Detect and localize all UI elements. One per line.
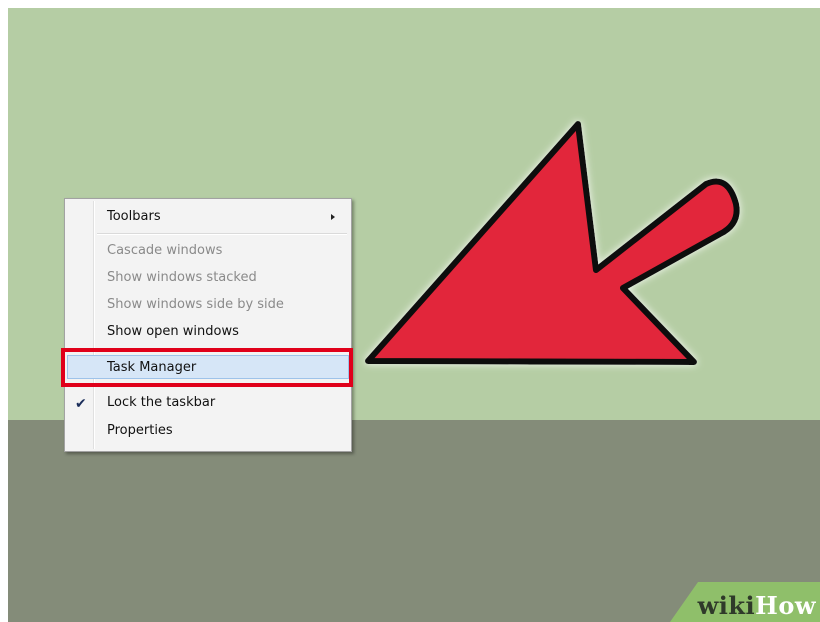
menu-item-show-windows-stacked[interactable]: Show windows stacked	[67, 266, 349, 290]
watermark-wiki: wiki	[697, 591, 756, 620]
menu-item-properties[interactable]: Properties	[67, 419, 349, 443]
chevron-right-icon	[331, 214, 335, 220]
wikihow-watermark: wikiHow	[670, 582, 820, 622]
menu-item-label: Show windows side by side	[107, 297, 284, 312]
menu-item-label: Toolbars	[107, 209, 161, 224]
watermark-text: wikiHow	[698, 591, 816, 620]
menu-item-label: Properties	[107, 423, 173, 438]
menu-item-show-open-windows[interactable]: Show open windows	[67, 320, 349, 344]
pointer-arrow-icon	[365, 121, 740, 365]
checkmark-icon: ✔	[75, 396, 87, 412]
menu-item-label: Lock the taskbar	[107, 395, 216, 410]
menu-item-toolbars[interactable]: Toolbars	[67, 205, 349, 229]
menu-separator	[97, 233, 347, 235]
taskbar-context-menu: Toolbars Cascade windows Show windows st…	[64, 198, 352, 452]
menu-item-label: Show open windows	[107, 324, 239, 339]
watermark-how: How	[755, 591, 816, 620]
screenshot-stage: Toolbars Cascade windows Show windows st…	[8, 8, 820, 622]
menu-item-label: Show windows stacked	[107, 270, 257, 285]
menu-item-label: Cascade windows	[107, 243, 223, 258]
menu-item-cascade-windows[interactable]: Cascade windows	[67, 239, 349, 263]
menu-item-show-windows-side-by-side[interactable]: Show windows side by side	[67, 293, 349, 317]
menu-item-lock-the-taskbar[interactable]: ✔ Lock the taskbar	[67, 391, 349, 415]
highlight-box	[61, 348, 353, 387]
